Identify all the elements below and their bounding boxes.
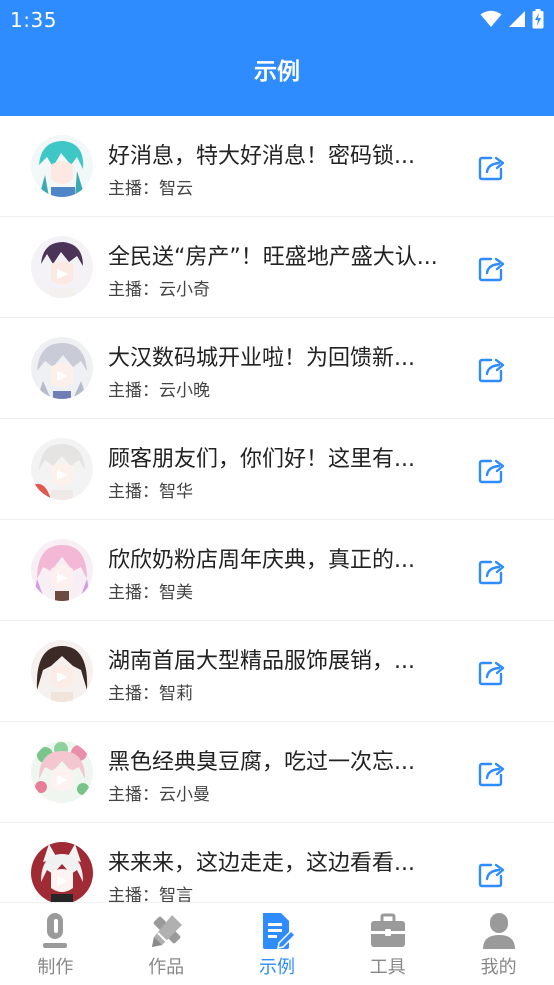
item-title: 湖南首届大型精品服饰展销，... bbox=[108, 649, 415, 674]
share-icon[interactable] bbox=[477, 657, 507, 687]
list-item[interactable]: 大汉数码城开业啦！为回馈新... 主播：云小晚 bbox=[0, 318, 554, 419]
toolbox-icon bbox=[370, 913, 405, 947]
item-host: 主播：智华 bbox=[108, 482, 193, 502]
list-item[interactable]: 顾客朋友们，你们好！这里有... 主播：智华 bbox=[0, 419, 554, 520]
tab-works-label: 作品 bbox=[148, 957, 185, 978]
list-item[interactable]: 黑色经典臭豆腐，吃过一次忘... 主播：云小曼 bbox=[0, 722, 554, 823]
status-time: 1:35 bbox=[10, 8, 57, 32]
list-item[interactable]: 好消息，特大好消息！密码锁... 主播：智云 bbox=[0, 116, 554, 217]
microphone-icon bbox=[43, 913, 68, 948]
item-host: 主播：云小曼 bbox=[108, 785, 210, 805]
document-edit-icon bbox=[262, 913, 297, 949]
share-icon[interactable] bbox=[477, 455, 507, 485]
tab-tools-label: 工具 bbox=[369, 957, 406, 978]
tab-examples[interactable]: 示例 bbox=[222, 903, 333, 985]
silver-hair-avatar bbox=[31, 337, 93, 399]
purple-hair-avatar bbox=[31, 236, 93, 298]
list-item[interactable]: 欣欣奶粉店周年庆典，真正的... 主播：智美 bbox=[0, 520, 554, 621]
user-icon bbox=[482, 913, 515, 949]
dark-hair-avatar bbox=[31, 640, 93, 702]
item-title: 黑色经典臭豆腐，吃过一次忘... bbox=[108, 750, 415, 775]
item-host: 主播：智美 bbox=[108, 583, 193, 603]
tab-make-label: 制作 bbox=[37, 957, 74, 978]
share-icon[interactable] bbox=[477, 152, 507, 182]
tab-mine[interactable]: 我的 bbox=[443, 903, 554, 985]
item-title: 顾客朋友们，你们好！这里有... bbox=[108, 447, 415, 472]
item-title: 大汉数码城开业啦！为回馈新... bbox=[108, 346, 415, 371]
share-icon[interactable] bbox=[477, 354, 507, 384]
item-title: 来来来，这边走走，这边看看... bbox=[108, 851, 415, 876]
item-host: 主播：云小奇 bbox=[108, 280, 210, 300]
item-host: 主播：智云 bbox=[108, 179, 193, 199]
share-icon[interactable] bbox=[477, 859, 507, 889]
item-title: 全民送“房产”！旺盛地产盛大认... bbox=[108, 245, 438, 270]
teal-hair-avatar bbox=[31, 135, 93, 197]
tab-tools[interactable]: 工具 bbox=[332, 903, 443, 985]
page-title: 示例 bbox=[254, 59, 300, 85]
list-item[interactable]: 全民送“房产”！旺盛地产盛大认... 主播：云小奇 bbox=[0, 217, 554, 318]
tab-make[interactable]: 制作 bbox=[0, 903, 111, 985]
share-icon[interactable] bbox=[477, 253, 507, 283]
tab-mine-label: 我的 bbox=[480, 957, 517, 978]
white-hair-avatar bbox=[31, 438, 93, 500]
app-bar: 1:35 示例 bbox=[0, 0, 554, 116]
status-icons bbox=[480, 8, 544, 30]
item-host: 主播：云小晚 bbox=[108, 381, 210, 401]
share-icon[interactable] bbox=[477, 556, 507, 586]
item-host: 主播：智言 bbox=[108, 886, 193, 903]
tab-examples-label: 示例 bbox=[258, 957, 295, 978]
share-icon[interactable] bbox=[477, 758, 507, 788]
cellular-signal-icon bbox=[509, 11, 525, 27]
list-item[interactable]: 湖南首届大型精品服饰展销，... 主播：智莉 bbox=[0, 621, 554, 722]
floral-hair-avatar bbox=[31, 741, 93, 803]
battery-charging-icon bbox=[532, 9, 544, 29]
pencil-ruler-icon bbox=[152, 915, 183, 947]
status-bar: 1:35 bbox=[0, 0, 554, 40]
fox-ear-avatar bbox=[31, 842, 93, 903]
item-host: 主播：智莉 bbox=[108, 684, 193, 704]
app-screen: 1:35 示例 好消息，特大好消息！密码锁... 主播：智云 全民送“房产”！旺… bbox=[0, 0, 554, 985]
list-item[interactable]: 来来来，这边走走，这边看看... 主播：智言 bbox=[0, 823, 554, 903]
tab-works[interactable]: 作品 bbox=[111, 903, 222, 985]
item-title: 欣欣奶粉店周年庆典，真正的... bbox=[108, 548, 415, 573]
item-title: 好消息，特大好消息！密码锁... bbox=[108, 144, 415, 169]
example-list[interactable]: 好消息，特大好消息！密码锁... 主播：智云 全民送“房产”！旺盛地产盛大认..… bbox=[0, 116, 554, 903]
bottom-navigation: 制作 作品 示例 工具 我的 bbox=[0, 902, 554, 985]
wifi-icon bbox=[480, 10, 502, 27]
pink-hair-avatar bbox=[31, 539, 93, 601]
